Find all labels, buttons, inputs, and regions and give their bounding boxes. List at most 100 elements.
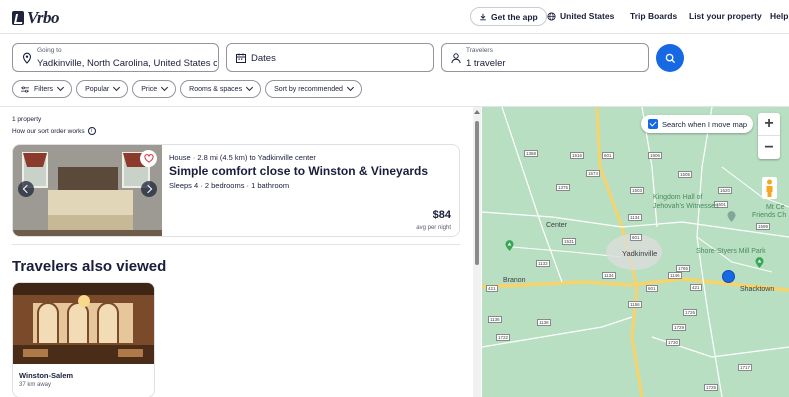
road-marker: 1375 <box>556 184 571 191</box>
listing-title[interactable]: Simple comfort close to Winston & Vineya… <box>169 164 428 178</box>
popular-chip[interactable]: Popular <box>76 80 129 98</box>
sort-info-link[interactable]: How our sort order works i <box>12 127 96 135</box>
trip-boards-link[interactable]: Trip Boards <box>630 11 677 21</box>
rooms-spaces-chip[interactable]: Rooms & spaces <box>180 80 262 98</box>
also-viewed-photo <box>13 283 154 364</box>
travelers-field[interactable]: Travelers 1 traveler <box>441 43 649 72</box>
road-marker: 601 <box>630 234 642 241</box>
map-panel[interactable]: 1368 1516 601 1506 1375 1574 1503 1505 1… <box>482 107 789 397</box>
also-viewed-distance: 37 km away <box>19 382 52 388</box>
person-icon <box>451 53 461 64</box>
road-marker: 421 <box>486 285 498 292</box>
also-viewed-card[interactable]: Winston-Salem 37 km away <box>12 282 155 397</box>
next-photo-button[interactable] <box>141 181 157 197</box>
price-chip[interactable]: Price <box>132 80 177 98</box>
search-when-move-map-label: Search when I move map <box>662 119 748 129</box>
road-marker: 601 <box>646 285 658 292</box>
map-label-center: Center <box>546 222 568 229</box>
vrbo-logo-text: Vrbo <box>27 8 60 27</box>
zoom-in-button[interactable]: + <box>758 113 780 136</box>
sort-label: Sort by recommended <box>274 85 343 93</box>
filter-bar: Filters Popular Price Rooms & spaces Sor… <box>12 80 362 98</box>
road-marker: 1765 <box>676 265 691 272</box>
vrbo-logo[interactable]: Vrbo <box>12 8 60 28</box>
top-navigation-bar: Vrbo Get the app United States Trip Boar… <box>0 0 789 34</box>
street-view-pegman-icon[interactable] <box>762 177 777 199</box>
filters-chip[interactable]: Filters <box>12 80 73 98</box>
chevron-down-icon <box>246 83 254 92</box>
info-icon: i <box>87 127 96 135</box>
road-marker: 421 <box>690 284 702 291</box>
map-label-branon: Branon <box>503 277 526 284</box>
sort-chip[interactable]: Sort by recommended <box>265 80 362 98</box>
road-marker: 601 <box>602 152 614 159</box>
sort-info-label: How our sort order works <box>12 127 85 135</box>
map-label-yadkinville: Yadkinville <box>622 249 658 258</box>
search-when-move-map-toggle[interactable]: Search when I move map <box>641 115 753 133</box>
chevron-down-icon <box>346 83 354 92</box>
get-the-app-button[interactable]: Get the app <box>470 7 547 26</box>
search-form: Going to Yadkinville, North Carolina, Un… <box>0 43 789 73</box>
road-marker: 1146 <box>668 272 682 279</box>
filters-label: Filters <box>34 85 54 93</box>
popular-label: Popular <box>85 85 110 93</box>
hotel-lobby-photo-art <box>13 283 154 364</box>
road-marker: 1505 <box>678 171 693 178</box>
road-marker: 1722 <box>496 334 511 341</box>
travelers-value: 1 traveler <box>466 58 506 69</box>
rooms-spaces-label: Rooms & spaces <box>189 85 243 93</box>
zoom-out-button[interactable]: − <box>758 136 780 159</box>
map-label-jehovah: Jehovah's Witnesses <box>653 203 719 210</box>
section-divider <box>12 244 460 245</box>
road-marker: 1730 <box>666 339 681 346</box>
results-panel: 1 property How our sort order works i Ho… <box>0 107 482 397</box>
map-label-mt-ce: Mt Ce <box>766 204 785 211</box>
get-the-app-label: Get the app <box>491 11 538 22</box>
place-of-worship-marker-icon <box>727 211 736 222</box>
listing-card[interactable]: House · 2.8 mi (4.5 km) to Yadkinville c… <box>12 144 460 237</box>
list-your-property-link[interactable]: List your property <box>689 11 762 21</box>
road-marker: 1134 <box>628 214 642 221</box>
chevron-down-icon <box>161 83 169 92</box>
road-marker: 1368 <box>524 150 539 157</box>
price-label: Price <box>141 85 158 93</box>
map-label-kingdom-hall: Kingdom Hall of <box>653 194 703 201</box>
help-link[interactable]: Help <box>770 11 788 21</box>
park-marker-icon <box>755 257 764 268</box>
also-viewed-name: Winston-Salem <box>19 371 74 380</box>
road-marker: 1599 <box>756 223 771 230</box>
save-to-trip-board-button[interactable] <box>140 150 157 167</box>
region-selector[interactable]: United States <box>547 11 614 21</box>
listing-subtitle: House · 2.8 mi (4.5 km) to Yadkinville c… <box>169 153 316 162</box>
listing-price-label: avg per night <box>416 225 451 231</box>
listing-meta: Sleeps 4 · 2 bedrooms · 1 bathroom <box>169 181 290 190</box>
checkbox-checked-icon[interactable] <box>648 119 658 129</box>
globe-icon <box>547 11 556 21</box>
scroll-thumb[interactable] <box>475 121 479 265</box>
previous-photo-button[interactable] <box>18 181 34 197</box>
search-button[interactable] <box>656 44 684 72</box>
chevron-down-icon <box>57 83 65 92</box>
going-to-field[interactable]: Going to Yadkinville, North Carolina, Un… <box>12 43 219 72</box>
scroll-up-arrow-icon[interactable] <box>474 110 480 114</box>
property-location-pin[interactable] <box>722 270 735 283</box>
road-marker: 1503 <box>630 187 645 194</box>
travelers-also-viewed-heading: Travelers also viewed <box>12 258 167 275</box>
zoom-controls: + − <box>758 113 780 159</box>
results-scrollbar[interactable] <box>473 107 481 397</box>
dates-field[interactable]: Dates <box>226 43 434 72</box>
listing-price: $84 <box>432 209 451 221</box>
road-marker: 1531 <box>562 238 577 245</box>
map-label-friends-ch: Friends Ch <box>752 212 787 219</box>
calendar-icon <box>236 53 246 63</box>
chevron-down-icon <box>113 83 121 92</box>
travelers-label: Travelers <box>466 47 493 54</box>
road-marker: 1156 <box>628 301 642 308</box>
heart-icon <box>143 154 154 163</box>
listing-photo[interactable] <box>13 145 162 236</box>
road-marker: 1516 <box>570 152 585 159</box>
road-marker: 1717 <box>738 364 753 371</box>
road-marker: 1574 <box>586 170 601 177</box>
road-marker: 1520 <box>718 187 733 194</box>
sliders-icon <box>21 86 29 92</box>
